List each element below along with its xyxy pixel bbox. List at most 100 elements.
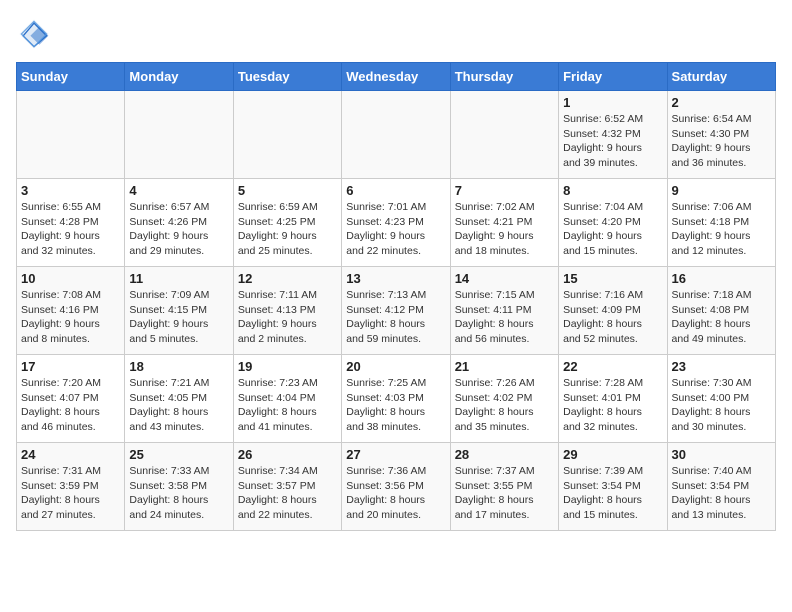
calendar-cell: 4Sunrise: 6:57 AM Sunset: 4:26 PM Daylig… <box>125 179 233 267</box>
day-number: 16 <box>672 271 771 286</box>
day-info: Sunrise: 7:40 AM Sunset: 3:54 PM Dayligh… <box>672 464 771 523</box>
calendar-cell: 28 Sunrise: 7:37 AM Sunset: 3:55 PM Dayli… <box>450 443 558 531</box>
day-number: 15 <box>563 271 662 286</box>
calendar-header: SundayMondayTuesdayWednesdayThursdayFrid… <box>17 63 776 91</box>
week-row-3: 10 Sunrise: 7:08 AM Sunset: 4:16 PM Dayli… <box>17 267 776 355</box>
calendar-cell <box>342 91 450 179</box>
header-day-saturday: Saturday <box>667 63 775 91</box>
header-day-wednesday: Wednesday <box>342 63 450 91</box>
day-info: Sunrise: 7:31 AM Sunset: 3:59 PM Dayligh… <box>21 464 120 523</box>
day-info: Sunrise: 7:02 AM Sunset: 4:21 PM Dayligh… <box>455 200 554 259</box>
header-day-tuesday: Tuesday <box>233 63 341 91</box>
calendar-cell: 7 Sunrise: 7:02 AM Sunset: 4:21 PM Daylig… <box>450 179 558 267</box>
day-info: Sunrise: 7:20 AM Sunset: 4:07 PM Dayligh… <box>21 376 120 435</box>
week-row-1: 1 Sunrise: 6:52 AM Sunset: 4:32 PM Daylig… <box>17 91 776 179</box>
day-info: Sunrise: 7:01 AM Sunset: 4:23 PM Dayligh… <box>346 200 445 259</box>
day-number: 23 <box>672 359 771 374</box>
day-info: Sunrise: 7:34 AM Sunset: 3:57 PM Dayligh… <box>238 464 337 523</box>
calendar-cell: 18Sunrise: 7:21 AM Sunset: 4:05 PM Dayli… <box>125 355 233 443</box>
calendar-cell: 6Sunrise: 7:01 AM Sunset: 4:23 PM Daylig… <box>342 179 450 267</box>
calendar-cell: 25 Sunrise: 7:33 AM Sunset: 3:58 PM Dayli… <box>125 443 233 531</box>
calendar-cell: 17 Sunrise: 7:20 AM Sunset: 4:07 PM Dayli… <box>17 355 125 443</box>
day-number: 9 <box>672 183 771 198</box>
day-info: Sunrise: 7:04 AM Sunset: 4:20 PM Dayligh… <box>563 200 662 259</box>
day-info: Sunrise: 7:18 AM Sunset: 4:08 PM Dayligh… <box>672 288 771 347</box>
calendar-cell: 19 Sunrise: 7:23 AM Sunset: 4:04 PM Dayli… <box>233 355 341 443</box>
day-number: 3 <box>21 183 120 198</box>
logo <box>16 16 58 52</box>
day-number: 17 <box>21 359 120 374</box>
calendar-cell: 3 Sunrise: 6:55 AM Sunset: 4:28 PM Daylig… <box>17 179 125 267</box>
calendar-cell: 24 Sunrise: 7:31 AM Sunset: 3:59 PM Dayli… <box>17 443 125 531</box>
week-row-5: 24 Sunrise: 7:31 AM Sunset: 3:59 PM Dayli… <box>17 443 776 531</box>
header-day-friday: Friday <box>559 63 667 91</box>
calendar-cell: 2 Sunrise: 6:54 AM Sunset: 4:30 PM Daylig… <box>667 91 775 179</box>
calendar-cell: 8Sunrise: 7:04 AM Sunset: 4:20 PM Daylig… <box>559 179 667 267</box>
day-number: 19 <box>238 359 337 374</box>
day-info: Sunrise: 6:52 AM Sunset: 4:32 PM Dayligh… <box>563 112 662 171</box>
day-info: Sunrise: 7:30 AM Sunset: 4:00 PM Dayligh… <box>672 376 771 435</box>
day-number: 5 <box>238 183 337 198</box>
day-number: 12 <box>238 271 337 286</box>
day-number: 21 <box>455 359 554 374</box>
day-number: 24 <box>21 447 120 462</box>
day-number: 25 <box>129 447 228 462</box>
calendar-cell: 21Sunrise: 7:26 AM Sunset: 4:02 PM Dayli… <box>450 355 558 443</box>
day-info: Sunrise: 7:08 AM Sunset: 4:16 PM Dayligh… <box>21 288 120 347</box>
calendar-cell: 27 Sunrise: 7:36 AM Sunset: 3:56 PM Dayli… <box>342 443 450 531</box>
header-day-sunday: Sunday <box>17 63 125 91</box>
day-info: Sunrise: 7:06 AM Sunset: 4:18 PM Dayligh… <box>672 200 771 259</box>
day-number: 28 <box>455 447 554 462</box>
day-info: Sunrise: 7:25 AM Sunset: 4:03 PM Dayligh… <box>346 376 445 435</box>
day-number: 11 <box>129 271 228 286</box>
week-row-4: 17 Sunrise: 7:20 AM Sunset: 4:07 PM Dayli… <box>17 355 776 443</box>
day-number: 1 <box>563 95 662 110</box>
calendar-cell: 16 Sunrise: 7:18 AM Sunset: 4:08 PM Dayli… <box>667 267 775 355</box>
calendar-cell: 13Sunrise: 7:13 AM Sunset: 4:12 PM Dayli… <box>342 267 450 355</box>
day-number: 30 <box>672 447 771 462</box>
day-info: Sunrise: 7:11 AM Sunset: 4:13 PM Dayligh… <box>238 288 337 347</box>
day-info: Sunrise: 7:33 AM Sunset: 3:58 PM Dayligh… <box>129 464 228 523</box>
header-day-monday: Monday <box>125 63 233 91</box>
day-info: Sunrise: 6:55 AM Sunset: 4:28 PM Dayligh… <box>21 200 120 259</box>
day-info: Sunrise: 7:16 AM Sunset: 4:09 PM Dayligh… <box>563 288 662 347</box>
day-info: Sunrise: 7:37 AM Sunset: 3:55 PM Dayligh… <box>455 464 554 523</box>
day-number: 22 <box>563 359 662 374</box>
calendar-cell: 9 Sunrise: 7:06 AM Sunset: 4:18 PM Daylig… <box>667 179 775 267</box>
calendar-table: SundayMondayTuesdayWednesdayThursdayFrid… <box>16 62 776 531</box>
week-row-2: 3 Sunrise: 6:55 AM Sunset: 4:28 PM Daylig… <box>17 179 776 267</box>
header-day-thursday: Thursday <box>450 63 558 91</box>
day-info: Sunrise: 7:36 AM Sunset: 3:56 PM Dayligh… <box>346 464 445 523</box>
logo-icon <box>16 16 52 52</box>
calendar-cell: 23 Sunrise: 7:30 AM Sunset: 4:00 PM Dayli… <box>667 355 775 443</box>
day-info: Sunrise: 6:54 AM Sunset: 4:30 PM Dayligh… <box>672 112 771 171</box>
day-number: 10 <box>21 271 120 286</box>
calendar-cell <box>233 91 341 179</box>
day-info: Sunrise: 7:13 AM Sunset: 4:12 PM Dayligh… <box>346 288 445 347</box>
calendar-cell <box>450 91 558 179</box>
calendar-body: 1 Sunrise: 6:52 AM Sunset: 4:32 PM Daylig… <box>17 91 776 531</box>
calendar-cell: 22 Sunrise: 7:28 AM Sunset: 4:01 PM Dayli… <box>559 355 667 443</box>
day-number: 26 <box>238 447 337 462</box>
day-info: Sunrise: 7:09 AM Sunset: 4:15 PM Dayligh… <box>129 288 228 347</box>
day-info: Sunrise: 7:28 AM Sunset: 4:01 PM Dayligh… <box>563 376 662 435</box>
day-number: 2 <box>672 95 771 110</box>
day-info: Sunrise: 7:39 AM Sunset: 3:54 PM Dayligh… <box>563 464 662 523</box>
day-number: 7 <box>455 183 554 198</box>
calendar-cell: 15 Sunrise: 7:16 AM Sunset: 4:09 PM Dayli… <box>559 267 667 355</box>
calendar-cell: 20 Sunrise: 7:25 AM Sunset: 4:03 PM Dayli… <box>342 355 450 443</box>
header-row: SundayMondayTuesdayWednesdayThursdayFrid… <box>17 63 776 91</box>
calendar-cell: 26 Sunrise: 7:34 AM Sunset: 3:57 PM Dayli… <box>233 443 341 531</box>
calendar-cell: 14Sunrise: 7:15 AM Sunset: 4:11 PM Dayli… <box>450 267 558 355</box>
day-number: 27 <box>346 447 445 462</box>
day-number: 20 <box>346 359 445 374</box>
day-info: Sunrise: 6:59 AM Sunset: 4:25 PM Dayligh… <box>238 200 337 259</box>
calendar-cell <box>125 91 233 179</box>
calendar-cell: 30 Sunrise: 7:40 AM Sunset: 3:54 PM Dayli… <box>667 443 775 531</box>
page-header <box>16 16 776 52</box>
day-number: 4 <box>129 183 228 198</box>
calendar-cell: 12 Sunrise: 7:11 AM Sunset: 4:13 PM Dayli… <box>233 267 341 355</box>
day-info: Sunrise: 7:15 AM Sunset: 4:11 PM Dayligh… <box>455 288 554 347</box>
calendar-cell: 10 Sunrise: 7:08 AM Sunset: 4:16 PM Dayli… <box>17 267 125 355</box>
day-info: Sunrise: 7:23 AM Sunset: 4:04 PM Dayligh… <box>238 376 337 435</box>
